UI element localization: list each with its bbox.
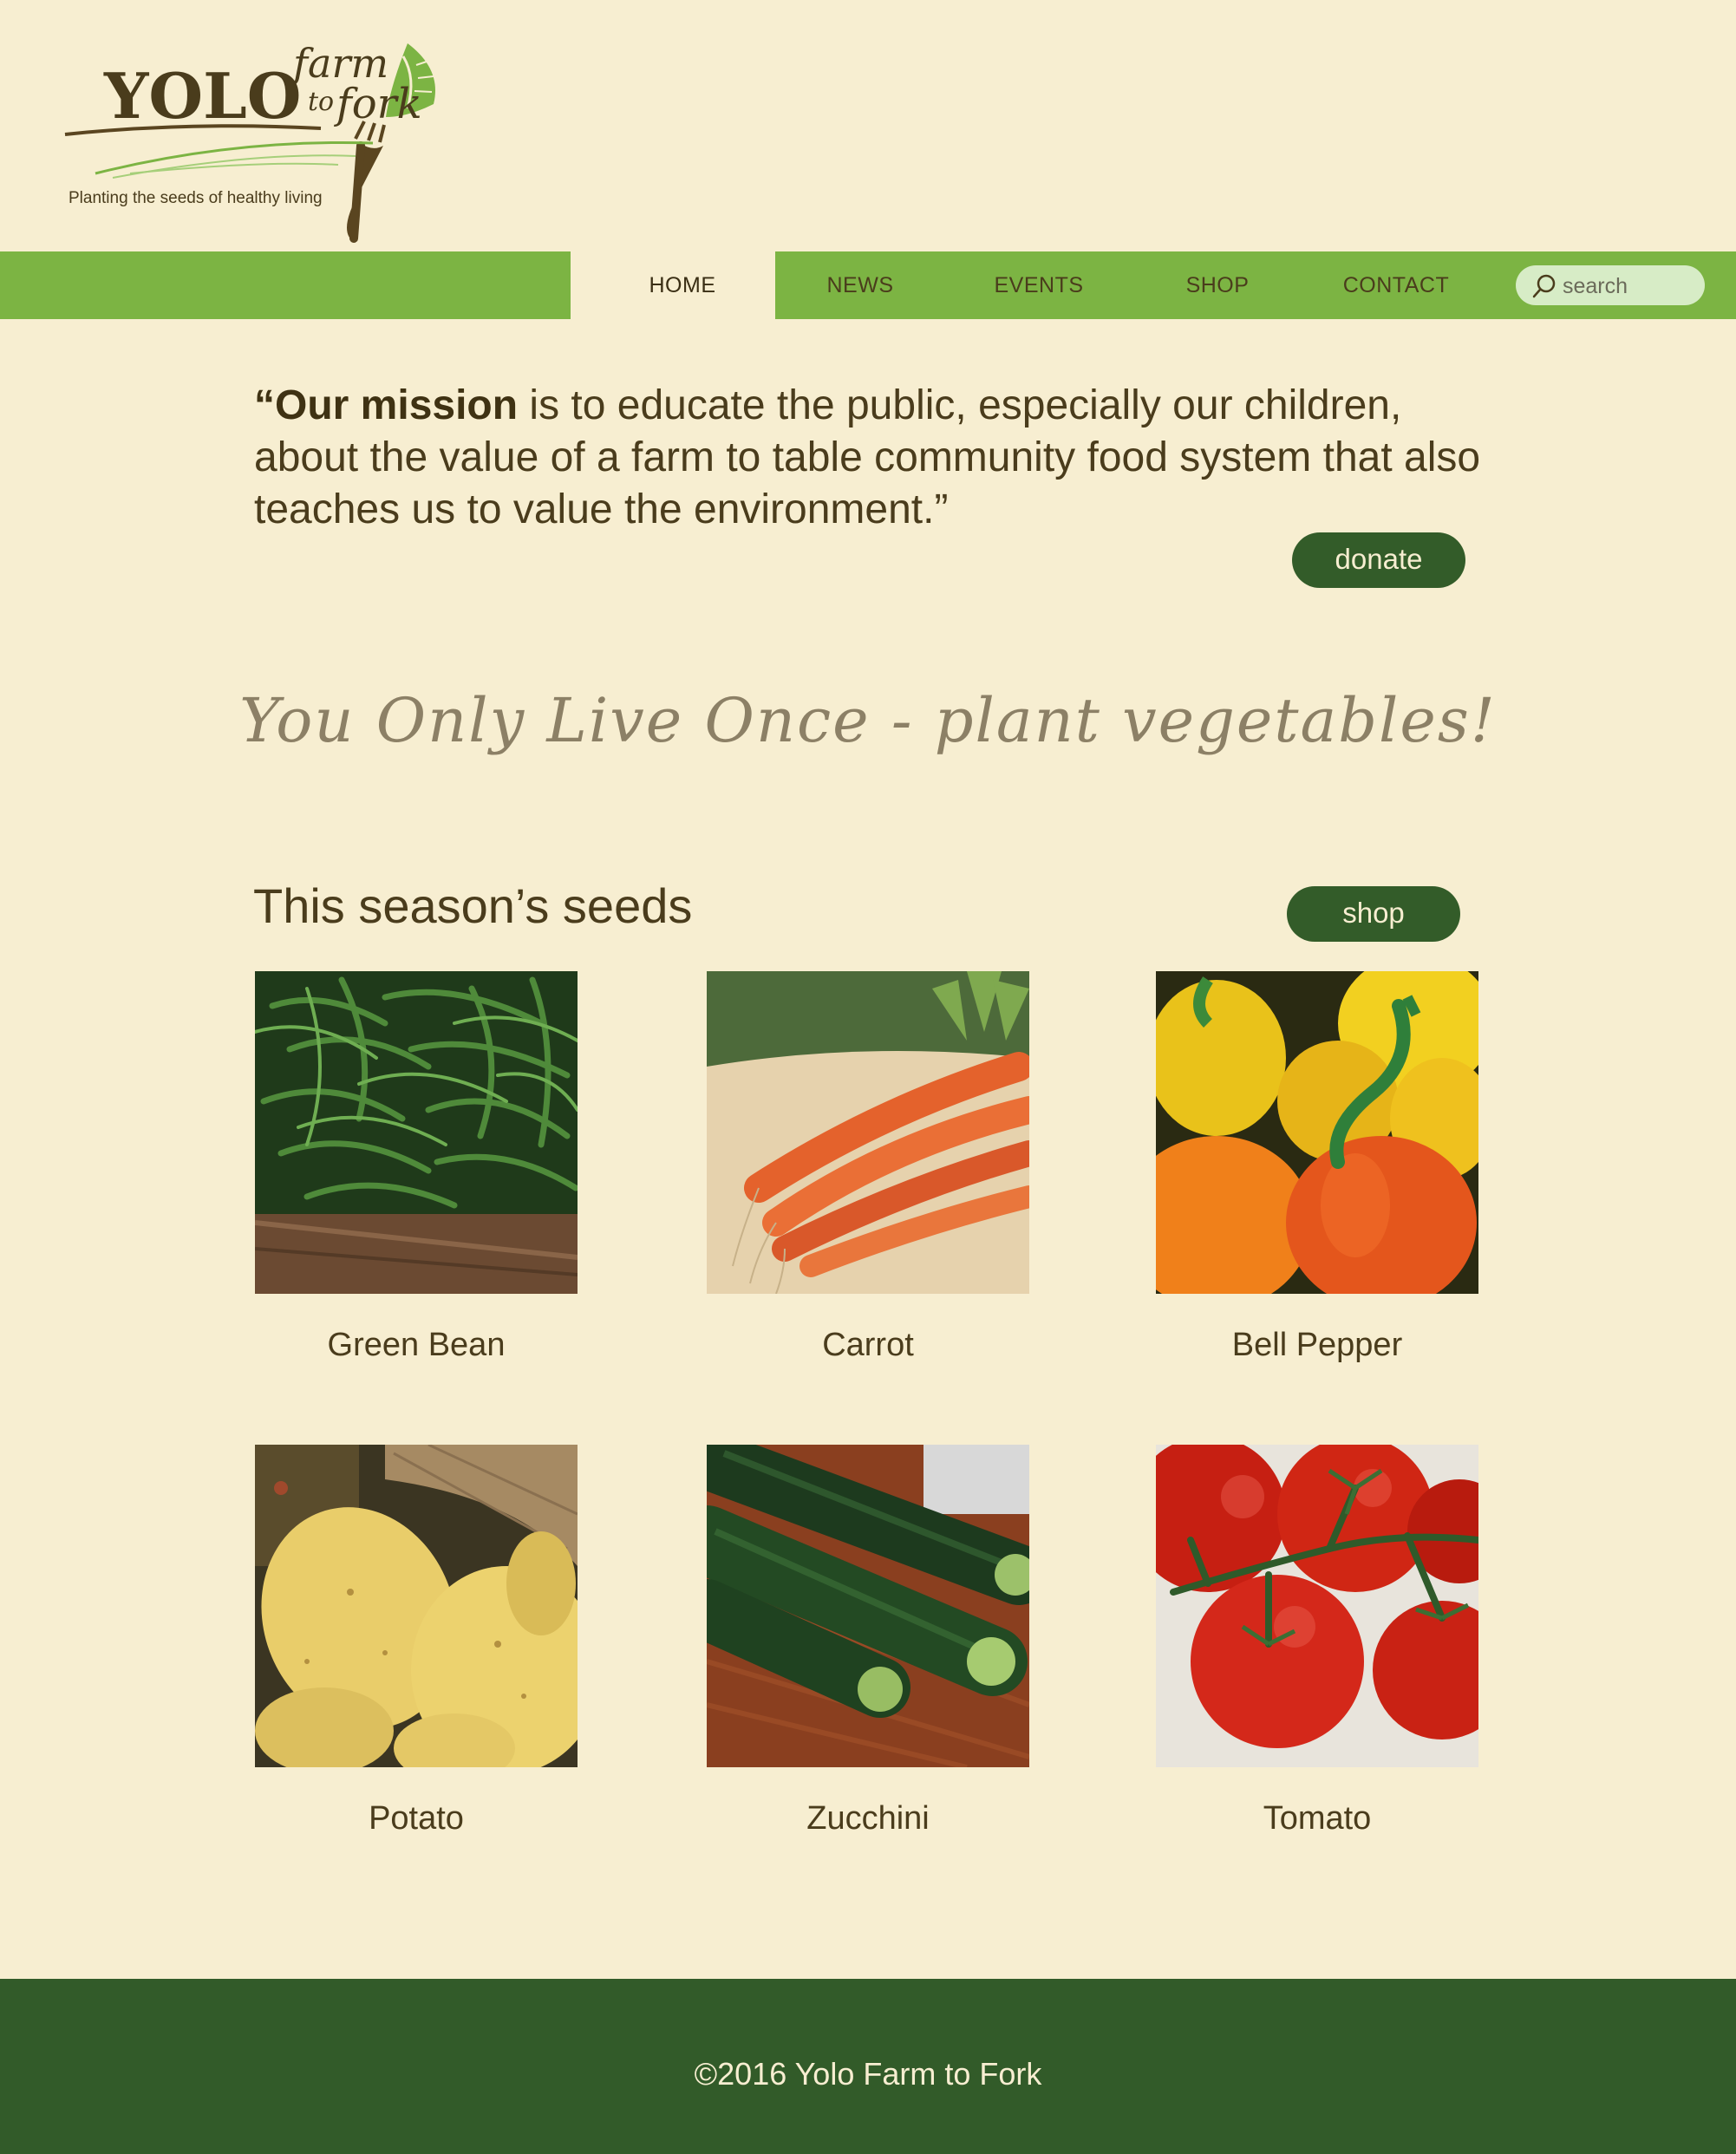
site-logo[interactable]: YOLO farm to fork Planting the seeds of … — [61, 35, 494, 251]
brand-tagline: Planting the seeds of healthy living — [69, 189, 323, 207]
section-title: This season’s seeds — [253, 878, 693, 933]
product-card-zucchini[interactable]: Zucchini — [707, 1445, 1029, 1837]
zucchini-image[interactable] — [707, 1445, 1029, 1767]
bell-pepper-image[interactable] — [1156, 971, 1478, 1294]
potato-image[interactable] — [255, 1445, 578, 1767]
tomato-image[interactable] — [1156, 1445, 1478, 1767]
mission-lead: “Our mission — [254, 382, 519, 428]
product-card-bell-pepper[interactable]: Bell Pepper — [1156, 971, 1478, 1364]
product-name: Carrot — [822, 1327, 914, 1363]
nav-events[interactable]: EVENTS — [969, 251, 1108, 319]
nav-home[interactable]: HOME — [607, 251, 758, 319]
product-name: Zucchini — [806, 1800, 930, 1837]
product-card-carrot[interactable]: Carrot — [707, 971, 1029, 1364]
product-name: Bell Pepper — [1231, 1327, 1403, 1363]
shop-button[interactable]: shop — [1287, 886, 1460, 942]
search-input[interactable] — [1561, 265, 1694, 307]
search-icon — [1532, 274, 1556, 298]
carrot-image[interactable] — [707, 971, 1029, 1294]
brand-fork: fork — [336, 80, 422, 128]
donate-button[interactable]: donate — [1292, 532, 1465, 588]
search-box[interactable] — [1516, 265, 1705, 307]
brand-name: YOLO — [104, 59, 302, 133]
green-bean-image[interactable] — [255, 971, 578, 1294]
product-card-potato[interactable]: Potato — [255, 1445, 578, 1837]
copyright-text: ©2016 Yolo Farm to Fork — [694, 2056, 1042, 2092]
nav-bar-left — [0, 251, 571, 319]
brand-to: to — [308, 87, 335, 117]
nav-news[interactable]: NEWS — [791, 251, 930, 319]
slogan: You Only Live Once - plant vegetables! — [239, 685, 1497, 756]
mission-statement: “Our mission is to educate the public, e… — [254, 380, 1503, 536]
nav-shop[interactable]: SHOP — [1148, 251, 1287, 319]
product-card-tomato[interactable]: Tomato — [1156, 1445, 1478, 1837]
product-card-green-bean[interactable]: Green Bean — [255, 971, 578, 1364]
footer: ©2016 Yolo Farm to Fork — [0, 1979, 1736, 2154]
product-name: Tomato — [1263, 1800, 1372, 1837]
product-name: Potato — [369, 1800, 464, 1837]
nav-contact[interactable]: CONTACT — [1327, 251, 1465, 319]
product-name: Green Bean — [327, 1327, 506, 1363]
